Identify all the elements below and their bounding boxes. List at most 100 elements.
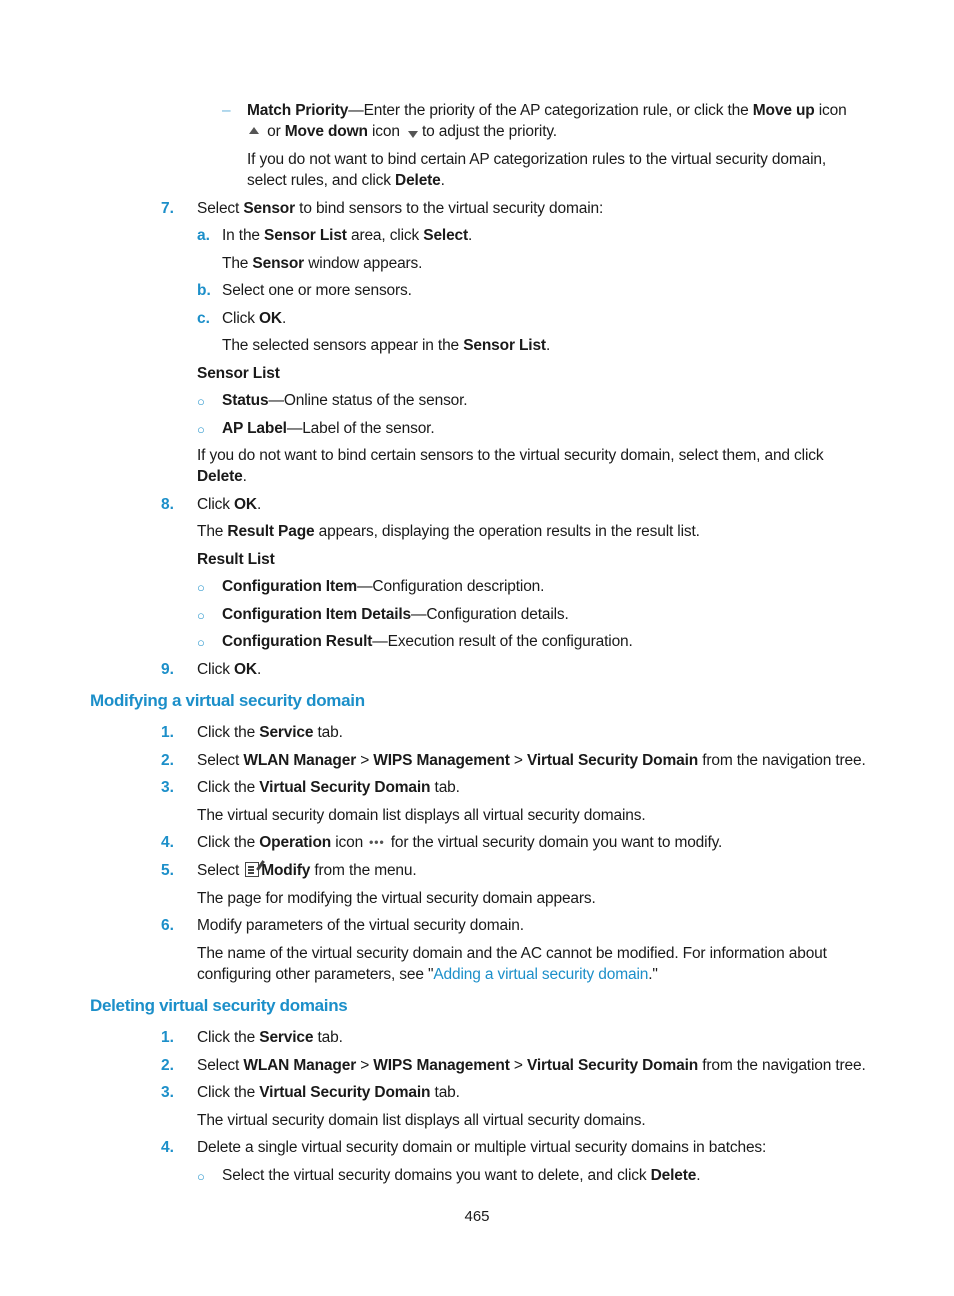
modify-step-6-note-line2: configuring other parameters, see "Addin… xyxy=(197,964,658,985)
delete-label: Delete xyxy=(395,172,441,189)
field-item: Configuration Result—Execution result of… xyxy=(222,631,633,652)
text: . xyxy=(468,227,473,244)
text: The xyxy=(197,523,228,540)
sensor-label: Sensor xyxy=(252,255,305,272)
text: . xyxy=(256,661,262,678)
nav-wlan-manager: WLAN Manager xyxy=(243,752,357,769)
text: icon xyxy=(814,102,847,119)
edit-icon xyxy=(245,862,260,877)
field-desc: —Configuration details. xyxy=(411,606,569,623)
text: Click xyxy=(197,496,234,513)
step-number: 8. xyxy=(161,496,174,513)
text: . xyxy=(256,496,262,513)
text: area, click xyxy=(346,227,424,244)
substep-label: a. xyxy=(197,227,210,244)
page-number: 465 xyxy=(464,1208,490,1225)
text: The selected sensors appear in the xyxy=(222,337,464,354)
text: tab. xyxy=(313,724,343,741)
text: Select xyxy=(197,862,240,879)
field-item: Configuration Item Details—Configuration… xyxy=(222,604,569,625)
adding-vsd-link[interactable]: Adding a virtual security domain xyxy=(433,966,648,983)
field-term: AP Label xyxy=(222,420,287,437)
separator: > xyxy=(509,1057,527,1074)
unbind-sensors-line1: If you do not want to bind certain senso… xyxy=(197,447,824,464)
step-8-text: Click OK. xyxy=(197,494,261,515)
circle-bullet: ○ xyxy=(197,580,205,595)
text: from the menu. xyxy=(310,862,417,879)
field-item: Status—Online status of the sensor. xyxy=(222,390,468,411)
term: Match Priority xyxy=(247,102,349,119)
move-up-icon xyxy=(249,127,259,134)
delete-step-3-note: The virtual security domain list display… xyxy=(197,1112,646,1129)
move-up-label: Move up xyxy=(752,102,815,119)
modify-step-6: Modify parameters of the virtual securit… xyxy=(197,917,524,934)
delete-step-4-bullet: Select the virtual security domains you … xyxy=(222,1165,701,1186)
match-priority-line2: or Move down icon to adjust the priority… xyxy=(247,121,557,142)
text: In the xyxy=(222,227,265,244)
unbind-sensors-line2: Delete. xyxy=(197,466,247,487)
step-number: 9. xyxy=(161,661,174,678)
text: window appears. xyxy=(304,255,423,272)
text: to adjust the priority. xyxy=(422,123,557,140)
text: icon xyxy=(367,123,404,140)
modify-step-5-note: The page for modifying the virtual secur… xyxy=(197,890,596,907)
step-8-note: The Result Page appears, displaying the … xyxy=(197,521,700,542)
circle-bullet: ○ xyxy=(197,422,205,437)
modify-step-6-note-line1: The name of the virtual security domain … xyxy=(197,945,827,962)
field-desc: —Online status of the sensor. xyxy=(268,392,468,409)
delete-step-1: Click the Service tab. xyxy=(197,1027,343,1048)
text: from the navigation tree. xyxy=(698,752,866,769)
sensor-list-title: Sensor List xyxy=(197,363,280,384)
text: tab. xyxy=(430,779,460,796)
step-9-text: Click OK. xyxy=(197,659,261,680)
delete-step-3: Click the Virtual Security Domain tab. xyxy=(197,1082,460,1103)
substep-c-text: Click OK. xyxy=(222,308,286,329)
text: . xyxy=(281,310,287,327)
text: appears, displaying the operation result… xyxy=(314,523,700,540)
section-heading-modify: Modifying a virtual security domain xyxy=(90,691,365,710)
text: select rules, and click xyxy=(247,172,396,189)
ok-label: OK xyxy=(234,661,257,678)
step-number: 4. xyxy=(161,1139,174,1156)
vsd-tab-label: Virtual Security Domain xyxy=(259,1084,431,1101)
step-number: 3. xyxy=(161,1084,174,1101)
field-desc: —Execution result of the configuration. xyxy=(372,633,633,650)
nav-wips-management: WIPS Management xyxy=(373,752,510,769)
circle-bullet: ○ xyxy=(197,635,205,650)
modify-step-4: Click the Operation icon ••• for the virtu… xyxy=(197,832,722,853)
text: . xyxy=(545,337,551,354)
text: Click the xyxy=(197,1084,260,1101)
text: Click the xyxy=(197,834,260,851)
circle-bullet: ○ xyxy=(197,394,205,409)
text: from the navigation tree. xyxy=(698,1057,866,1074)
separator: > xyxy=(356,1057,374,1074)
nav-virtual-security-domain: Virtual Security Domain xyxy=(526,1057,699,1074)
select-label: Select xyxy=(423,227,469,244)
field-item: Configuration Item—Configuration descrip… xyxy=(222,576,544,597)
step-number: 1. xyxy=(161,1029,174,1046)
step-number: 2. xyxy=(161,1057,174,1074)
title: Sensor List xyxy=(197,365,280,382)
vsd-tab-label: Virtual Security Domain xyxy=(259,779,431,796)
nav-virtual-security-domain: Virtual Security Domain xyxy=(526,752,699,769)
substep-c-note: The selected sensors appear in the Senso… xyxy=(222,335,550,356)
text: icon xyxy=(331,834,364,851)
text: Select the virtual security domains you … xyxy=(222,1167,651,1184)
field-term: Configuration Item Details xyxy=(222,606,412,623)
operation-label: Operation xyxy=(259,834,332,851)
field-desc: —Label of the sensor. xyxy=(286,420,435,437)
move-down-icon xyxy=(408,131,418,138)
substep-label: c. xyxy=(197,310,210,327)
field-term: Status xyxy=(222,392,269,409)
text: or xyxy=(263,123,285,140)
step-number: 5. xyxy=(161,862,174,879)
separator: > xyxy=(509,752,527,769)
move-down-label: Move down xyxy=(284,123,368,140)
text: Click xyxy=(197,661,234,678)
sensor-list-label: Sensor List xyxy=(264,227,347,244)
sensor-label: Sensor xyxy=(243,200,295,217)
step-number: 1. xyxy=(161,724,174,741)
field-desc: —Configuration description. xyxy=(357,578,545,595)
field-term: Configuration Item xyxy=(222,578,358,595)
document-page: – Match Priority—Enter the priority of t… xyxy=(0,0,954,1296)
